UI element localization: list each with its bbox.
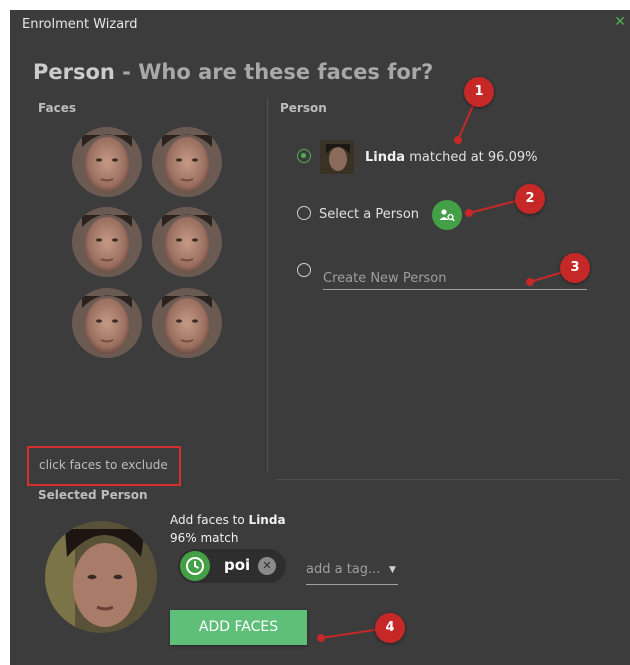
marker-3-dot [526,278,534,286]
annotation-marker-4: 4 [375,613,405,643]
annotation-marker-3: 3 [560,253,590,283]
annotation-lines [320,93,574,639]
annotation-marker-2: 2 [515,184,545,214]
marker-1-dot [454,136,462,144]
enrolment-wizard-window: Enrolment Wizard ✕ Person - Who are thes… [10,10,630,665]
marker-4-dot [317,634,325,642]
marker-2-dot [465,209,473,217]
annotation-marker-1: 1 [464,77,494,107]
